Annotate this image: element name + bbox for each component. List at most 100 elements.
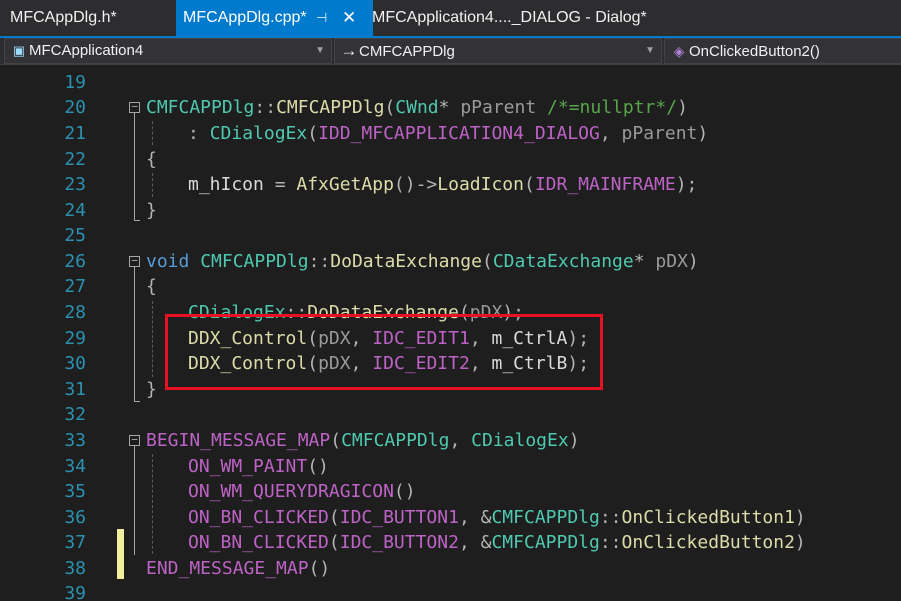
navigation-bar: ▣ MFCApplication4 ▼ → CMFCAPPDlg ▼ ◈ OnClic… [0,38,901,65]
token-paren: ( [307,123,319,144]
line-number: 27 [64,276,86,297]
token-member: m_hIcon [188,174,264,195]
code-line-21[interactable]: : CDialogEx(IDD_MFCAPPLICATION4_DIALOG, … [188,121,708,147]
token-comma: , [449,430,472,451]
code-line-37[interactable]: ON_BN_CLICKED(IDC_BUTTON2, &CMFCAPPDlg::… [188,530,806,556]
project-icon: ▣ [12,43,26,58]
document-tab-bar: MFCAppDlg.h* MFCAppDlg.cpp* ⊣ ✕ MFCAppli… [0,0,901,38]
outline-guide [134,267,135,401]
token-macro: ON_WM_QUERYDRAGICON [188,481,394,502]
line-number: 32 [64,404,86,425]
token-macro: ON_BN_CLICKED [188,507,329,528]
token-paren: ) [794,532,806,553]
code-line-36[interactable]: ON_BN_CLICKED(IDC_BUTTON1, &CMFCAPPDlg::… [188,505,806,531]
indent-guide [152,173,153,197]
indent-guide [152,121,153,145]
token-macro: END_MESSAGE_MAP [146,558,309,579]
tab-mfcappdlg-cpp[interactable]: MFCAppDlg.cpp* ⊣ ✕ [176,0,373,36]
token-scope: :: [254,97,277,118]
tab-dialog-resource[interactable]: MFCApplication4...._DIALOG - Dialog* [366,0,702,36]
line-number: 31 [64,379,86,400]
code-line-24[interactable]: } [146,198,157,224]
line-number: 38 [64,558,86,579]
arrow-right-icon: → [340,41,358,60]
scope-dropdown[interactable]: → CMFCAPPDlg ▼ [334,38,662,64]
code-line-34[interactable]: ON_WM_PAINT() [188,454,329,480]
line-number: 36 [64,507,86,528]
method-cube-icon: ◈ [673,43,685,59]
line-number: 20 [64,97,86,118]
tab-label: MFCAppDlg.cpp* [183,9,307,26]
token-class: CMFCAPPDlg [146,97,255,118]
token-param: pDX [644,251,688,272]
tab-mfcappdlg-h[interactable]: MFCAppDlg.h* [0,0,186,36]
token-brace: { [146,149,157,170]
line-number: 26 [64,251,86,272]
indent-guide [152,454,153,554]
highlight-annotation-box [165,314,603,390]
token-paren: ( [481,251,493,272]
scope-label: CMFCAPPDlg [359,43,455,60]
line-number: 37 [64,532,86,553]
token-paren: ( [384,97,396,118]
code-line-27[interactable]: { [146,274,157,300]
line-number: 33 [64,430,86,451]
token-paren: () [393,481,416,502]
outline-guide [134,401,140,402]
token-param: pParent [621,123,698,144]
token-star: * [438,97,450,118]
token-class: CDialogEx [209,123,308,144]
token-comma: , [599,123,622,144]
token-paren: ) [687,251,699,272]
token-function: OnClickedButton2 [621,532,795,553]
collapse-icon[interactable]: − [129,434,140,446]
token-comma: , & [458,507,492,528]
line-number: 23 [64,174,86,195]
code-editor[interactable]: 19 20 21 22 23 24 25 26 27 28 29 30 31 3… [0,65,901,601]
project-label: MFCApplication4 [29,42,144,59]
token-scope: :: [599,532,622,553]
code-line-26[interactable]: void CMFCAPPDlg::DoDataExchange(CDataExc… [146,249,699,275]
token-class: CMFCAPPDlg [491,507,600,528]
token-assign: = [263,174,297,195]
token-keyword: void [146,251,190,272]
line-number: 25 [64,225,86,246]
token-class: CMFCAPPDlg [491,532,600,553]
code-line-22[interactable]: { [146,147,157,173]
token-type: CWnd [395,97,439,118]
code-line-23[interactable]: m_hIcon = AfxGetApp()->LoadIcon(IDR_MAIN… [188,172,697,198]
pin-tab-icon[interactable]: ⊣ [316,0,327,36]
project-dropdown[interactable]: ▣ MFCApplication4 ▼ [4,38,332,64]
collapse-icon[interactable]: − [129,255,140,267]
code-line-38[interactable]: END_MESSAGE_MAP() [146,556,330,582]
line-number: 19 [64,72,86,93]
token-scope: :: [599,507,622,528]
token-macro: IDC_BUTTON2 [339,532,459,553]
token-paren: () [307,456,329,477]
token-paren: ( [330,430,342,451]
code-line-35[interactable]: ON_WM_QUERYDRAGICON() [188,479,416,505]
code-line-31[interactable]: } [146,377,157,403]
token-brace: { [146,276,157,297]
token-function: OnClickedButton1 [621,507,795,528]
token-scope: :: [308,251,331,272]
token-ctor: CMFCAPPDlg [276,97,385,118]
code-line-20[interactable]: CMFCAPPDlg::CMFCAPPDlg(CWnd* pParent /*=… [146,95,688,121]
close-tab-icon[interactable]: ✕ [342,0,356,36]
code-line-33[interactable]: BEGIN_MESSAGE_MAP(CMFCAPPDlg, CDialogEx) [146,428,580,454]
outline-guide [134,220,140,221]
line-number: 21 [64,123,86,144]
token-class: CMFCAPPDlg [341,430,450,451]
token-paren: ) [697,123,709,144]
token-paren: ) [677,97,688,118]
member-label: OnClickedButton2() [689,43,820,60]
token-macro: ON_BN_CLICKED [188,532,329,553]
line-number: 35 [64,481,86,502]
member-dropdown[interactable]: ◈ OnClickedButton2() [664,38,901,64]
outline-guide [134,113,135,220]
token-function: AfxGetApp [296,174,394,195]
indent-guide [152,301,153,377]
line-number: 24 [64,200,86,221]
token-star: * [633,251,645,272]
collapse-icon[interactable]: − [129,101,140,113]
